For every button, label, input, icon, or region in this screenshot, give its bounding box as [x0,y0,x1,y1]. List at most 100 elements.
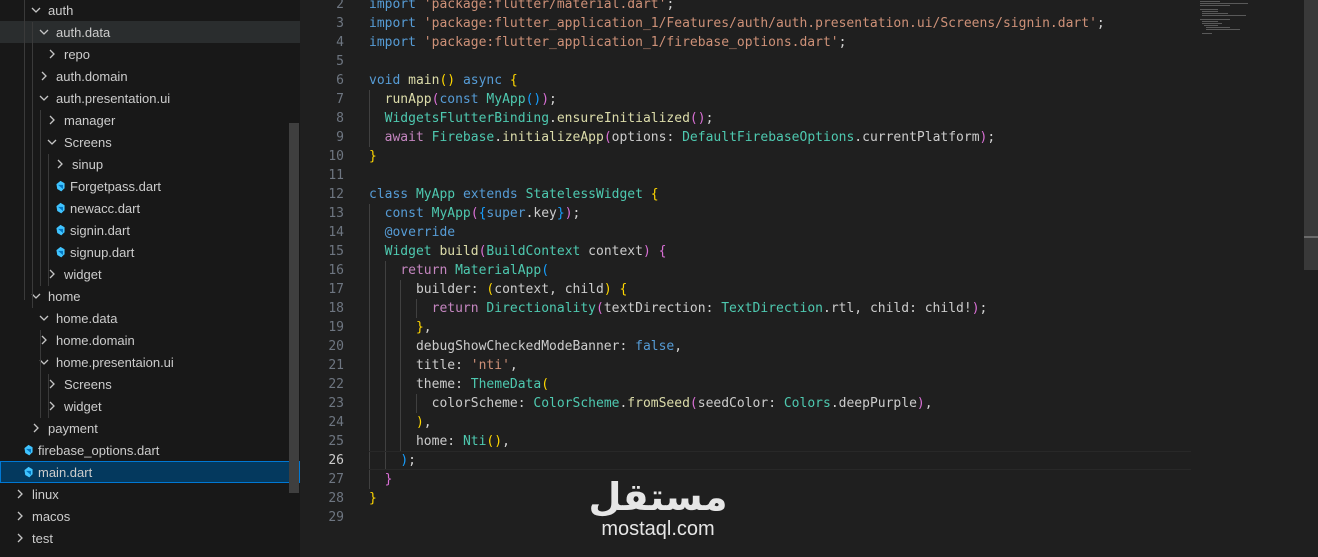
tree-file-item[interactable]: Forgetpass.dart [0,175,300,197]
code-line[interactable]: 24 ), [300,413,1318,432]
code-line[interactable]: 22 theme: ThemeData( [300,375,1318,394]
line-number: 9 [336,130,344,145]
line-number: 23 [328,396,344,411]
code-line[interactable]: 21 title: 'nti', [300,356,1318,375]
tree-item-label: main.dart [38,464,93,480]
code-line[interactable]: 16 return MaterialApp( [300,261,1318,280]
tree-folder-item[interactable]: auth.domain [0,65,300,87]
code-line[interactable]: 26 ); [300,451,1318,470]
code-text: import 'package:flutter_application_1/Fe… [369,16,1105,31]
dart-file-icon [52,178,68,194]
code-line[interactable]: 9 await Firebase.initializeApp(options: … [300,128,1318,147]
code-line[interactable]: 25 home: Nti(), [300,432,1318,451]
tree-folder-item[interactable]: home.presentaion.ui [0,351,300,373]
tree-indent-guide [24,0,25,300]
code-line[interactable]: 13 const MyApp({super.key}); [300,204,1318,223]
code-line[interactable]: 7 runApp(const MyApp()); [300,90,1318,109]
code-line[interactable]: 20 debugShowCheckedModeBanner: false, [300,337,1318,356]
tree-folder-item[interactable]: Screens [0,373,300,395]
code-text: class MyApp extends StatelessWidget { [369,187,659,202]
tree-folder-item[interactable]: linux [0,483,300,505]
tree-folder-item[interactable]: auth.presentation.ui [0,87,300,109]
tree-folder-item[interactable]: manager [0,109,300,131]
code-line[interactable]: 19 }, [300,318,1318,337]
line-number: 8 [336,111,344,126]
line-number: 26 [328,453,344,468]
line-number: 11 [328,168,344,183]
code-line[interactable]: 3 import 'package:flutter_application_1/F… [300,14,1318,33]
line-number: 10 [328,149,344,164]
code-text: colorScheme: ColorScheme.fromSeed(seedCo… [431,396,933,411]
code-text: WidgetsFlutterBinding.ensureInitialized(… [384,111,714,126]
tree-item-label: test [32,530,53,546]
code-text: debugShowCheckedModeBanner: false, [415,339,683,354]
tree-file-item[interactable]: signin.dart [0,219,300,241]
code-line[interactable]: 14 @override [300,223,1318,242]
tree-file-item[interactable]: firebase_options.dart [0,439,300,461]
code-line[interactable]: 2 import 'package:flutter/material.dart'; [300,0,1318,14]
tree-folder-item[interactable]: auth [0,0,300,21]
code-line[interactable]: 8 WidgetsFlutterBinding.ensureInitialize… [300,109,1318,128]
tree-item-label: auth.presentation.ui [56,90,171,106]
tree-indent-guide [40,110,41,286]
code-text: return MaterialApp( [400,263,550,278]
line-number: 27 [328,472,344,487]
tree-item-label: signup.dart [70,244,135,260]
tree-file-item[interactable]: main.dart [0,461,300,483]
tree-folder-item[interactable]: widget [0,395,300,417]
chevron-down-icon [44,134,60,150]
tree-folder-item[interactable]: payment [0,417,300,439]
tree-folder-item[interactable]: auth.data [0,21,300,43]
code-line[interactable]: 11 [300,166,1318,185]
code-text: home: Nti(), [415,434,510,449]
watermark-latin: mostaql.com [601,518,715,540]
code-line[interactable]: 5 [300,52,1318,71]
line-number: 5 [336,54,344,69]
tree-indent-guide [32,22,33,308]
code-line[interactable]: 28} [300,489,1318,508]
dart-file-icon [52,244,68,260]
code-line[interactable]: 27 } [300,470,1318,489]
chevron-down-icon [36,90,52,106]
tree-folder-item[interactable]: widget [0,263,300,285]
tree-item-label: newacc.dart [70,200,141,216]
chevron-right-icon [44,398,60,414]
minimap[interactable] [1198,0,1302,40]
tree-folder-item[interactable]: home.domain [0,329,300,351]
code-line[interactable]: 15 Widget build(BuildContext context) { [300,242,1318,261]
code-line[interactable]: 4 import 'package:flutter_application_1/f… [300,33,1318,52]
chevron-right-icon [12,530,28,546]
chevron-right-icon [44,376,60,392]
tree-item-label: payment [48,420,98,436]
line-number: 15 [328,244,344,259]
code-line[interactable]: 17 builder: (context, child) { [300,280,1318,299]
chevron-down-icon [36,354,52,370]
code-line[interactable]: 10} [300,147,1318,166]
line-number: 13 [328,206,344,221]
tree-folder-item[interactable]: test [0,527,300,549]
chevron-right-icon [12,486,28,502]
explorer-scrollbar[interactable] [289,123,299,493]
tree-item-label: auth.domain [56,68,128,84]
tree-folder-item[interactable]: home [0,285,300,307]
chevron-down-icon [28,2,44,18]
tree-item-label: widget [64,266,102,282]
tree-item-label: auth.data [56,24,111,40]
code-line[interactable]: 12 class MyApp extends StatelessWidget { [300,185,1318,204]
code-text: ); [400,453,416,468]
tree-indent-guide [40,330,41,418]
tree-folder-item[interactable]: sinup [0,153,300,175]
code-line[interactable]: 29 [300,508,1318,527]
code-line[interactable]: 23 colorScheme: ColorScheme.fromSeed(see… [300,394,1318,413]
tree-file-item[interactable]: newacc.dart [0,197,300,219]
tree-folder-item[interactable]: Screens [0,131,300,153]
code-line[interactable]: 18 return Directionality(textDirection: … [300,299,1318,318]
tree-folder-item[interactable]: repo [0,43,300,65]
code-line[interactable]: 6 void main() async { [300,71,1318,90]
editor-scrollbar[interactable] [1304,0,1318,270]
code-text: await Firebase.initializeApp(options: De… [384,130,996,145]
tree-folder-item[interactable]: macos [0,505,300,527]
tree-folder-item[interactable]: home.data [0,307,300,329]
code-editor[interactable]: 2 import 'package:flutter/material.dart';… [300,0,1318,557]
tree-file-item[interactable]: signup.dart [0,241,300,263]
